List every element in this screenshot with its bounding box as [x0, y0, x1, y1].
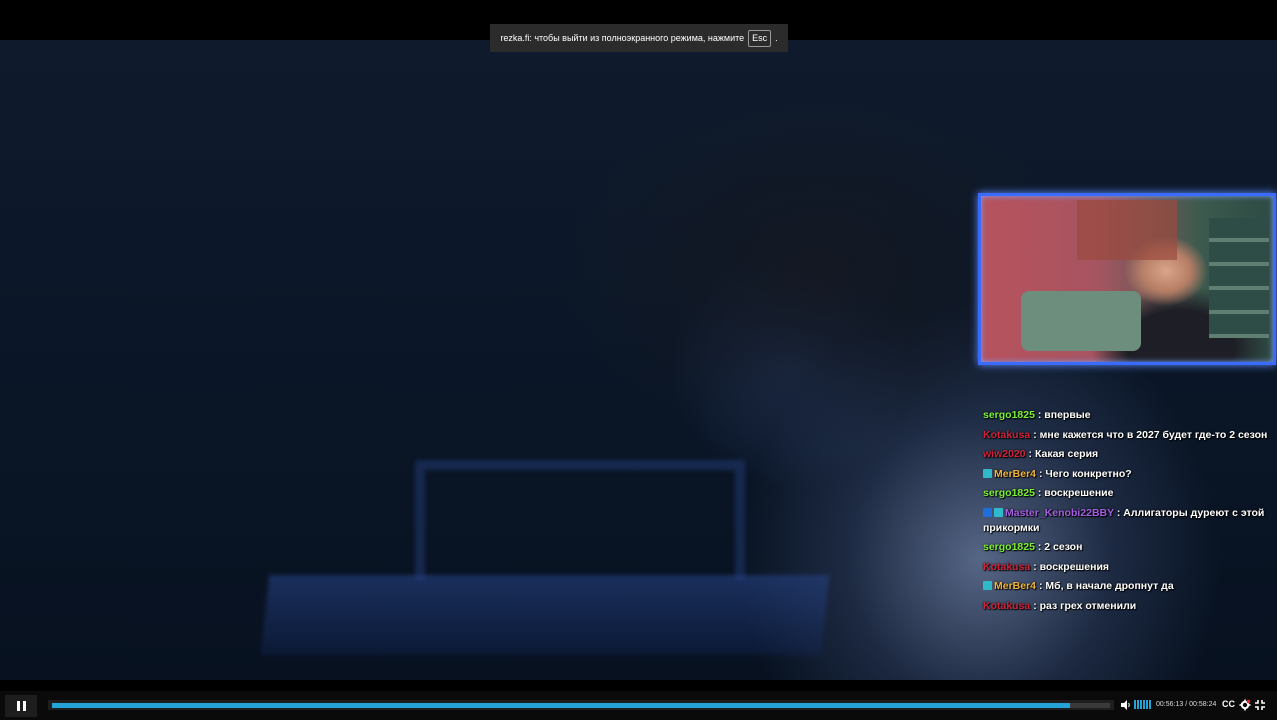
time-separator: / [1185, 701, 1188, 708]
chat-username[interactable]: Master_Kenobi22BBY [1005, 507, 1114, 519]
prime-badge-icon [983, 468, 992, 478]
chat-text: : впервые [1037, 409, 1091, 421]
esc-key-hint: Esc [748, 29, 772, 47]
chat-username[interactable]: Kotakusa [983, 600, 1030, 612]
chat-message: sergo1825 : 2 сезон [980, 540, 1270, 555]
prime-badge-icon [983, 581, 992, 590]
chat-text: : воскрешения [1033, 560, 1110, 573]
chat-message: wiw2020 : Какая серия [980, 447, 1270, 462]
player-controls: 00:56:13 / 00:58:24 CC [0, 691, 1277, 720]
fullscreen-exit-icon[interactable] [1255, 700, 1265, 710]
chat-text: : 2 сезон [1037, 541, 1083, 553]
current-time: 00:56:13 [1156, 701, 1184, 708]
chat-text: : Какая серия [1028, 448, 1099, 460]
volume-icon[interactable] [1121, 700, 1131, 710]
volume-slider[interactable] [1134, 700, 1151, 709]
chat-message: sergo1825 : впервые [980, 408, 1270, 423]
time-display: 00:56:13 / 00:58:24 [1156, 700, 1216, 710]
chat-message: sergo1825 : воскрешение [980, 486, 1270, 501]
chat-username[interactable]: Kotakusa [983, 561, 1030, 573]
pause-button[interactable] [5, 694, 37, 717]
chat-text: : раз грех отменили [1033, 599, 1137, 612]
chat-overlay: sergo1825 : впервые Kotakusa : мне кажетс… [980, 408, 1270, 618]
progress-fill [52, 702, 1070, 708]
chat-username[interactable]: MerBer4 [994, 468, 1036, 480]
streamer-webcam [978, 193, 1276, 365]
chat-message: Kotakusa : мне кажется что в 2027 будет … [980, 428, 1270, 443]
chat-username[interactable]: MerBer4 [994, 580, 1036, 592]
progress-track[interactable] [52, 702, 1110, 708]
fullscreen-notice: rezka.fi: чтобы выйти из полноэкранного … [490, 24, 788, 52]
turbo-badge-icon [983, 507, 992, 517]
chat-text: : воскрешение [1037, 487, 1114, 499]
duration: 00:58:24 [1189, 701, 1217, 708]
webcam-poster [1077, 200, 1177, 260]
webcam-couch [1021, 291, 1141, 351]
subtitles-button[interactable]: CC [1222, 699, 1235, 709]
chat-message: Kotakusa : воскрешения [980, 560, 1270, 575]
pause-icon [16, 700, 20, 711]
progress-bar[interactable] [48, 700, 1114, 710]
chat-message: Kotakusa : раз грех отменили [980, 599, 1270, 614]
scene-bench [260, 575, 830, 655]
settings-icon[interactable] [1239, 699, 1251, 711]
chat-username[interactable]: wiw2020 [983, 448, 1026, 460]
chat-username[interactable]: sergo1825 [983, 541, 1035, 553]
prime-badge-icon [994, 507, 1003, 517]
fullscreen-notice-text: rezka.fi: чтобы выйти из полноэкранного … [500, 33, 745, 43]
chat-text: : Чего конкретно? [1038, 467, 1132, 480]
chat-message: MerBer4 : Мб, в начале дропнут да [980, 579, 1270, 594]
chat-username[interactable]: Kotakusa [983, 429, 1030, 441]
chat-message: Master_Kenobi22BBY : Аллигаторы дуреют с… [980, 506, 1270, 536]
chat-message: MerBer4 : Чего конкретно? [980, 467, 1270, 482]
chat-text: : мне кажется что в 2027 будет где-то 2 … [1033, 428, 1268, 441]
chat-username[interactable]: sergo1825 [983, 409, 1035, 421]
chat-text: : Мб, в начале дропнут да [1038, 580, 1174, 592]
scene-bench-back [415, 460, 745, 580]
fullscreen-notice-period: . [775, 33, 778, 43]
chat-username[interactable]: sergo1825 [983, 487, 1035, 499]
webcam-shelf [1209, 218, 1269, 338]
